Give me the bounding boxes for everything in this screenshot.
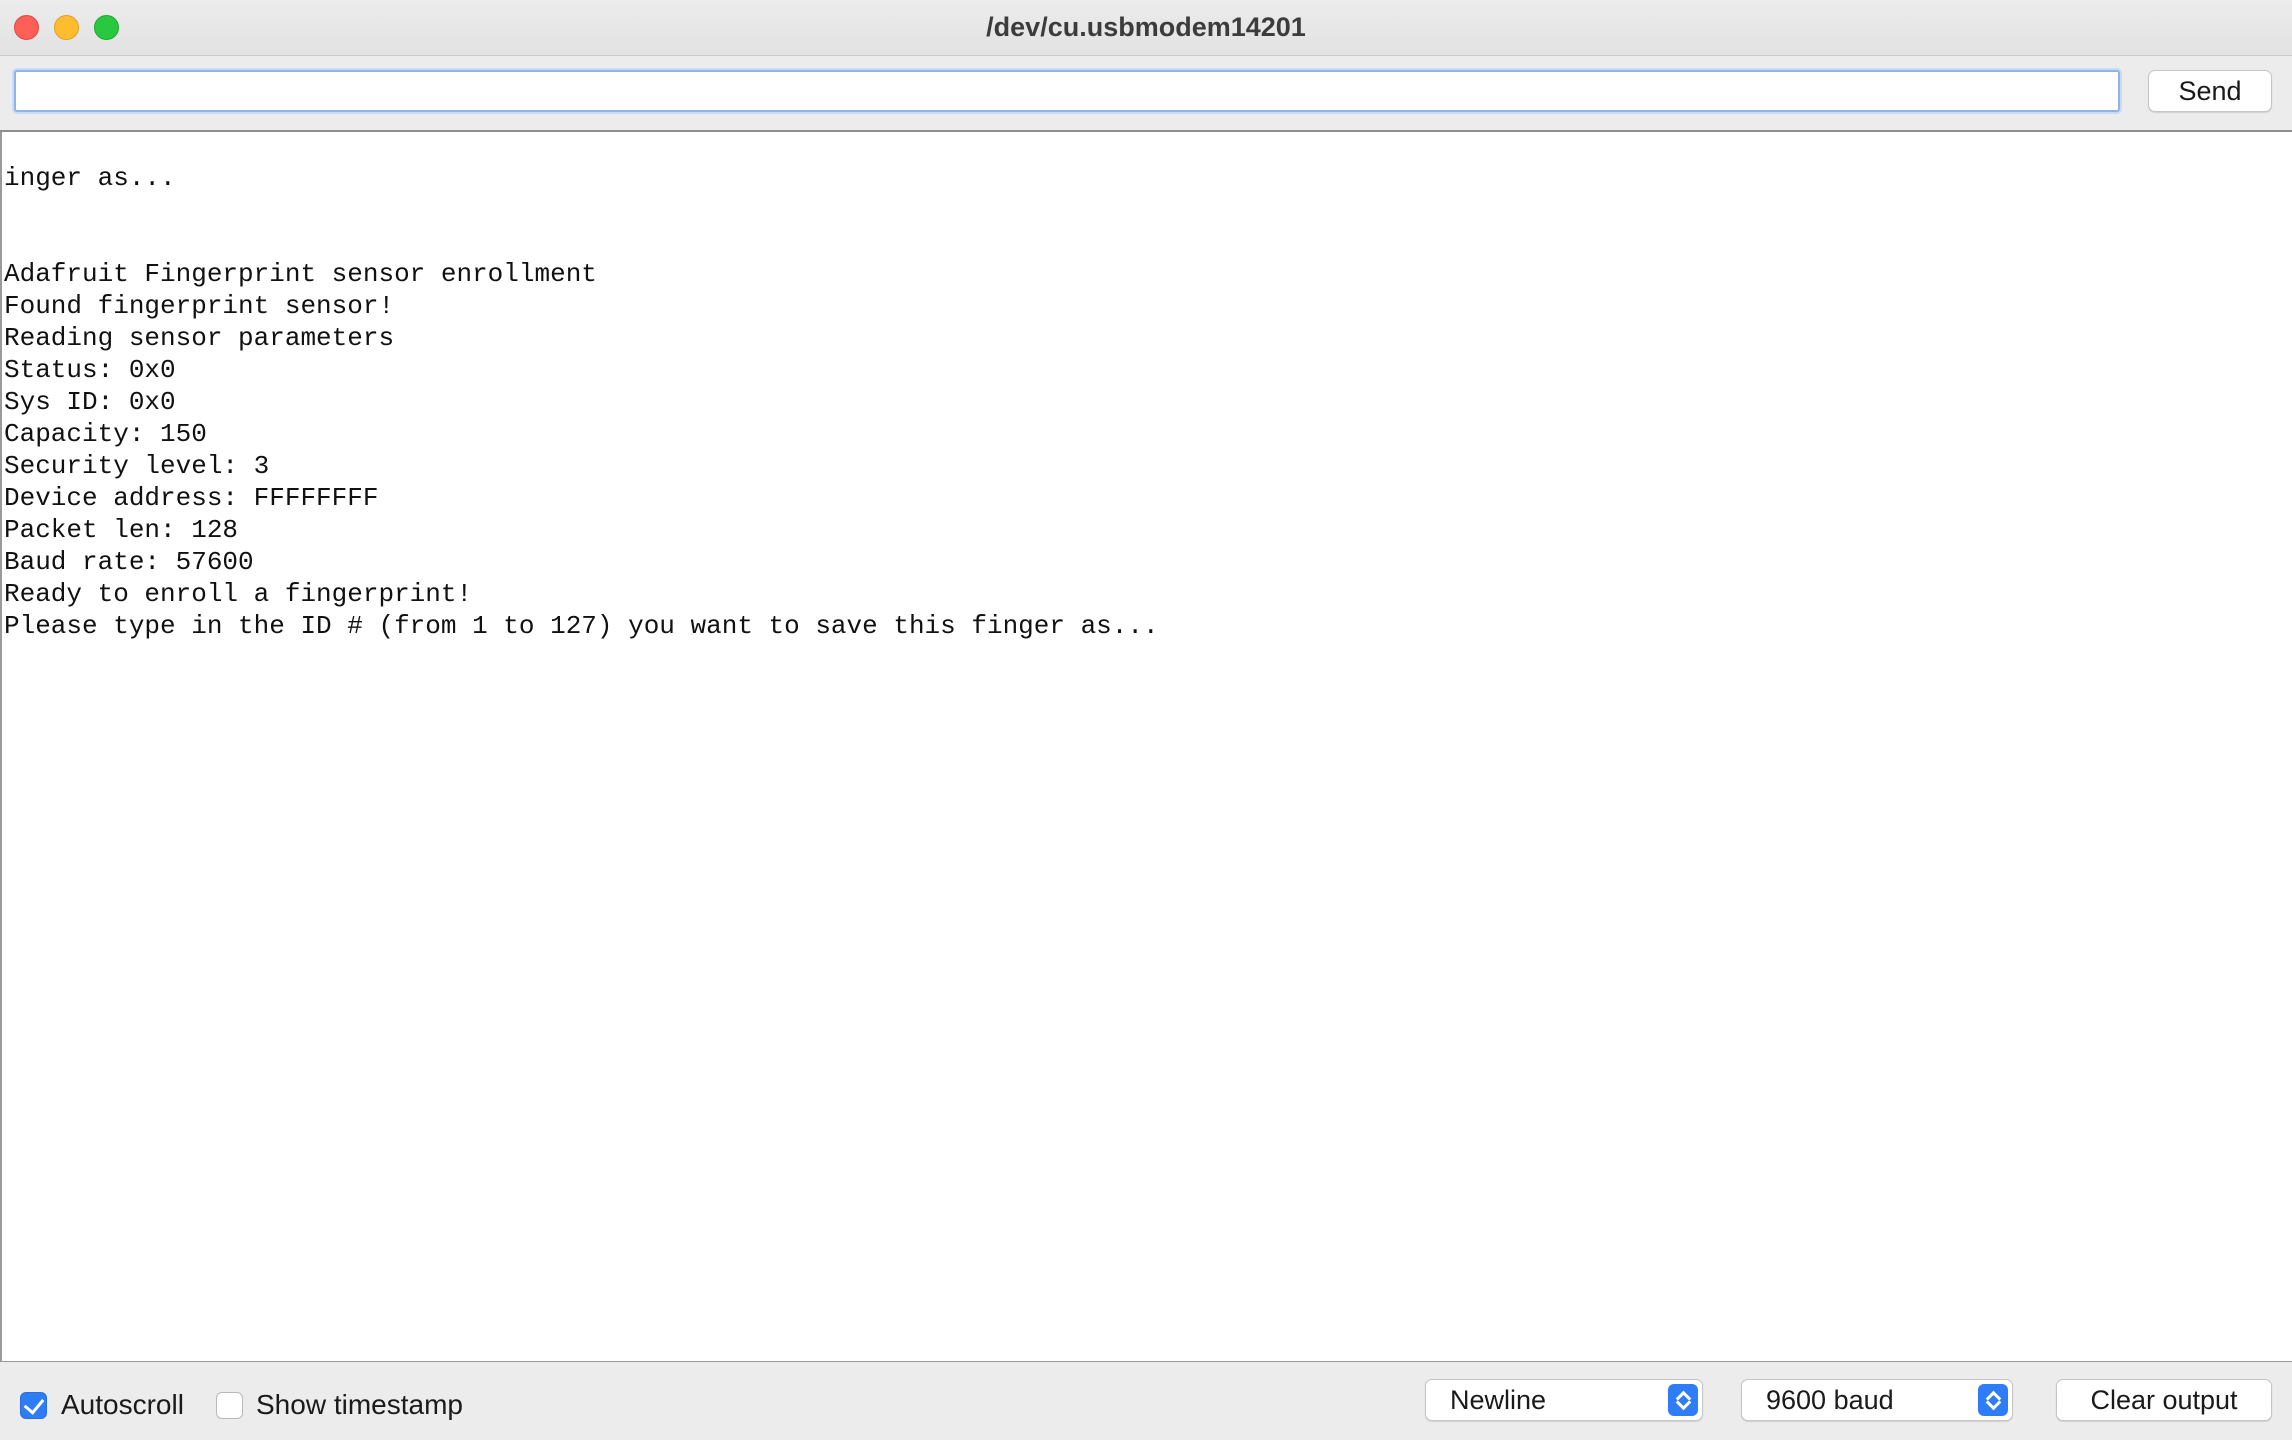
checkmark-icon [23,1393,45,1415]
title-bar: /dev/cu.usbmodem14201 [0,0,2292,56]
serial-send-input[interactable] [14,70,2120,112]
status-bar: Autoscroll Show timestamp Newline 9600 b… [0,1363,2292,1440]
baud-rate-select[interactable]: 9600 baud [1741,1379,2013,1421]
select-stepper-icon [1978,1384,2008,1416]
send-button[interactable]: Send [2148,70,2272,112]
line-ending-select[interactable]: Newline [1425,1379,1703,1421]
clear-output-button[interactable]: Clear output [2056,1379,2272,1421]
serial-output-panel[interactable]: inger as... Adafruit Fingerprint sensor … [0,132,2292,1362]
show-timestamp-label[interactable]: Show timestamp [256,1387,463,1423]
baud-rate-value: 9600 baud [1766,1385,1894,1415]
serial-output-text: inger as... Adafruit Fingerprint sensor … [4,163,1159,641]
autoscroll-checkbox[interactable] [20,1392,47,1419]
autoscroll-label[interactable]: Autoscroll [61,1387,184,1423]
window-title: /dev/cu.usbmodem14201 [986,12,1306,42]
line-ending-value: Newline [1450,1385,1547,1415]
show-timestamp-checkbox[interactable] [216,1392,243,1419]
select-stepper-icon [1668,1384,1698,1416]
send-toolbar: Send [0,56,2292,132]
